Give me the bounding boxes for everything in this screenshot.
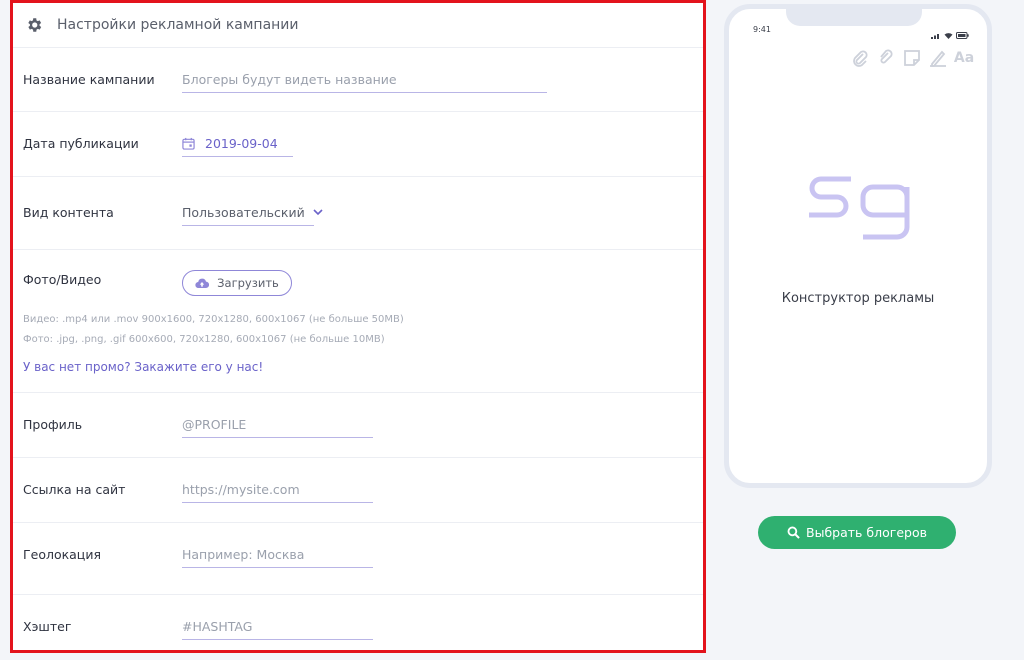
- phone-preview: 9:41 Aa Конструктор рекламы: [724, 4, 992, 488]
- search-icon: [787, 526, 800, 539]
- gear-icon: [25, 16, 43, 34]
- row-site-link: Ссылка на сайт https://mysite.com: [13, 458, 703, 523]
- chevron-down-icon: [313, 209, 323, 216]
- campaign-name-input[interactable]: Блогеры будут видеть название: [182, 72, 547, 93]
- row-campaign-name: Название кампании Блогеры будут видеть н…: [13, 48, 703, 112]
- publish-date-value: 2019-09-04: [205, 136, 278, 151]
- wifi-icon: [944, 24, 953, 43]
- sg-logo: [807, 173, 911, 269]
- status-icons: [931, 24, 969, 43]
- row-content-type: Вид контента Пользовательский: [13, 177, 703, 250]
- pen-icon[interactable]: [929, 49, 947, 67]
- order-promo-link[interactable]: У вас нет промо? Закажите его у нас!: [23, 360, 263, 374]
- editor-toolbar: Aa: [851, 49, 974, 67]
- row-geolocation: Геолокация Например: Москва: [13, 523, 703, 595]
- choose-bloggers-button[interactable]: Выбрать блогеров: [758, 516, 956, 549]
- campaign-name-label: Название кампании: [23, 72, 155, 87]
- publish-date-label: Дата публикации: [23, 136, 139, 151]
- geolocation-input[interactable]: Например: Москва: [182, 547, 373, 568]
- site-link-input[interactable]: https://mysite.com: [182, 482, 373, 503]
- phone-notch: [786, 4, 922, 26]
- signal-icon: [931, 24, 941, 43]
- panel-header: Настройки рекламной кампании: [13, 3, 703, 48]
- hashtag-input[interactable]: #HASHTAG: [182, 619, 373, 640]
- geolocation-label: Геолокация: [23, 547, 101, 562]
- status-time: 9:41: [753, 25, 771, 34]
- sticker-icon[interactable]: [903, 49, 921, 67]
- upload-label: Загрузить: [217, 276, 279, 290]
- link-icon[interactable]: [877, 49, 895, 67]
- row-hashtag: Хэштег #HASHTAG: [13, 595, 703, 659]
- campaign-settings-panel: Настройки рекламной кампании Название ка…: [10, 0, 706, 653]
- calendar-icon: [182, 137, 195, 150]
- cloud-upload-icon: [195, 278, 210, 289]
- photo-format-hint: Фото: .jpg, .png, .gif 600x600, 720x1280…: [23, 334, 385, 345]
- text-icon[interactable]: Aa: [954, 49, 974, 67]
- profile-label: Профиль: [23, 417, 83, 432]
- publish-date-input[interactable]: 2019-09-04: [182, 136, 293, 157]
- media-label: Фото/Видео: [23, 272, 102, 287]
- row-publish-date: Дата публикации 2019-09-04: [13, 112, 703, 177]
- choose-bloggers-label: Выбрать блогеров: [806, 525, 927, 540]
- upload-button[interactable]: Загрузить: [182, 270, 292, 296]
- content-type-label: Вид контента: [23, 205, 114, 220]
- hashtag-label: Хэштег: [23, 619, 72, 634]
- content-type-value: Пользовательский: [182, 205, 305, 220]
- site-link-label: Ссылка на сайт: [23, 482, 126, 497]
- paperclip-icon[interactable]: [851, 49, 869, 67]
- profile-input[interactable]: @PROFILE: [182, 417, 373, 438]
- page-title: Настройки рекламной кампании: [57, 17, 299, 33]
- constructor-caption: Конструктор рекламы: [781, 291, 935, 306]
- content-type-select[interactable]: Пользовательский: [182, 205, 323, 226]
- row-media: Фото/Видео Загрузить Видео: .mp4 или .mo…: [13, 250, 703, 393]
- battery-icon: [956, 24, 969, 43]
- row-profile: Профиль @PROFILE: [13, 393, 703, 458]
- video-format-hint: Видео: .mp4 или .mov 900x1600, 720x1280,…: [23, 314, 404, 325]
